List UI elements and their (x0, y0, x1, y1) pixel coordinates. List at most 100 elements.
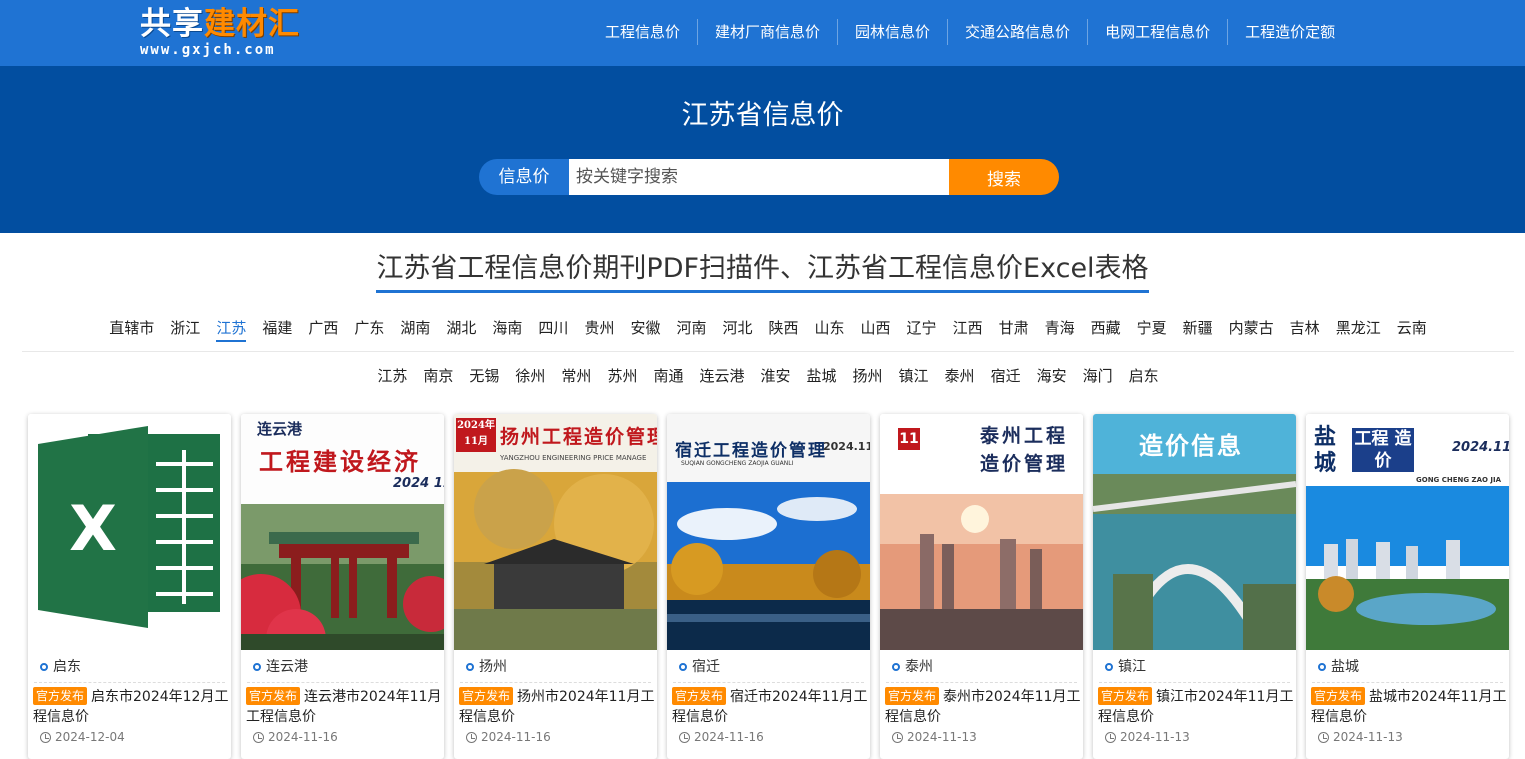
nav-cost-quota[interactable]: 工程造价定额 (1228, 19, 1352, 45)
suqian-cover[interactable]: 宿迁工程造价管理 2024.11 SUQIAN GONGCHENG ZAOJIA… (667, 414, 870, 650)
yangzhou-cover[interactable]: 2024年 11月 扬州工程造价管理 YANGZHOU ENGINEERING … (454, 414, 657, 650)
publication-card[interactable]: X 启东 官方发布 启东市2024年12月工程信息价 2024-12-04 (28, 414, 231, 759)
nav-highway-price[interactable]: 交通公路信息价 (948, 19, 1089, 45)
city-tab[interactable]: 镇江 (891, 362, 937, 392)
excel-cover[interactable]: X (28, 414, 231, 650)
divider (460, 682, 651, 683)
province-tab[interactable]: 吉林 (1282, 314, 1328, 344)
province-tab-label: 安徽 (630, 319, 661, 337)
card-location-label: 镇江 (1118, 659, 1146, 675)
province-tab[interactable]: 安徽 (622, 314, 668, 344)
cover-name: 工程 造价 (1352, 428, 1414, 472)
province-tab[interactable]: 云南 (1389, 314, 1435, 344)
nav-power-grid-price[interactable]: 电网工程信息价 (1088, 19, 1229, 45)
city-tab[interactable]: 海安 (1029, 362, 1075, 392)
province-tab-label: 黑龙江 (1335, 319, 1381, 337)
lianyungang-cover[interactable]: 连云港 工程建设经济 2024 11 (241, 414, 444, 650)
publication-card[interactable]: 连云港 工程建设经济 2024 11 连云港 官方发布连云港市2024年11月工… (241, 414, 444, 759)
province-tab[interactable]: 湖南 (392, 314, 438, 344)
location-dot-icon (1318, 663, 1326, 671)
publication-card[interactable]: 盐城 工程 造价 2024.11 GONG CHENG ZAO JIA 盐城 官… (1306, 414, 1509, 759)
city-tab[interactable]: 连云港 (691, 362, 752, 392)
card-title[interactable]: 官方发布 宿迁市2024年11月工程信息价 (672, 687, 868, 727)
card-title[interactable]: 官方发布 盐城市2024年11月工程信息价 (1311, 687, 1507, 727)
card-title[interactable]: 官方发布 连云港市2024年11月工程信息价 (246, 687, 442, 727)
province-tab[interactable]: 江西 (945, 314, 991, 344)
province-tab[interactable]: 山西 (853, 314, 899, 344)
province-tab[interactable]: 西藏 (1083, 314, 1129, 344)
province-tab-label: 内蒙古 (1228, 319, 1274, 337)
taizhou-cover[interactable]: 11 泰州工程 造价管理 (880, 414, 1083, 650)
city-tab[interactable]: 苏州 (599, 362, 645, 392)
city-tab[interactable]: 江苏 (369, 362, 415, 392)
city-tab[interactable]: 启东 (1121, 362, 1167, 392)
province-tab-label: 湖北 (446, 319, 477, 337)
province-tab[interactable]: 浙江 (162, 314, 208, 344)
province-tab[interactable]: 新疆 (1175, 314, 1221, 344)
province-tab-label: 广东 (354, 319, 385, 337)
province-tab[interactable]: 四川 (530, 314, 576, 344)
cover-issue: 11 (898, 428, 920, 450)
search-input[interactable] (569, 159, 949, 195)
city-tab[interactable]: 盐城 (799, 362, 845, 392)
publication-card[interactable]: 宿迁工程造价管理 2024.11 SUQIAN GONGCHENG ZAOJIA… (667, 414, 870, 759)
province-tab[interactable]: 河南 (668, 314, 714, 344)
card-date-text: 2024-11-16 (481, 730, 551, 744)
province-tab[interactable]: 甘肃 (991, 314, 1037, 344)
nav-garden-price[interactable]: 园林信息价 (838, 19, 949, 45)
province-tab[interactable]: 江苏 (208, 314, 254, 344)
card-location-label: 连云港 (266, 659, 308, 675)
cover-issue: 2024年 11月 (456, 418, 496, 452)
cover-en: SUQIAN GONGCHENG ZAOJIA GUANLI (681, 460, 794, 467)
official-badge: 官方发布 (1098, 687, 1153, 705)
search-category-label[interactable]: 信息价 (479, 159, 569, 195)
clock-icon (253, 731, 264, 743)
nav-manufacturer-price[interactable]: 建材厂商信息价 (698, 19, 839, 45)
province-tab[interactable]: 广西 (300, 314, 346, 344)
city-tab[interactable]: 泰州 (937, 362, 983, 392)
publication-card[interactable]: 造价信息 镇江 官方发布 镇江市2024年11月工程信息价 2024-11-13 (1093, 414, 1296, 759)
publication-card[interactable]: 2024年 11月 扬州工程造价管理 YANGZHOU ENGINEERING … (454, 414, 657, 759)
city-tab[interactable]: 海门 (1075, 362, 1121, 392)
cover-en: GONG CHENG ZAO JIA (1416, 476, 1502, 484)
card-title[interactable]: 官方发布 扬州市2024年11月工程信息价 (459, 687, 655, 727)
province-tab[interactable]: 河北 (714, 314, 760, 344)
province-tab[interactable]: 直辖市 (101, 314, 162, 344)
province-tab[interactable]: 辽宁 (899, 314, 945, 344)
svg-text:X: X (69, 492, 117, 565)
main-nav: 工程信息价 建材厂商信息价 园林信息价 交通公路信息价 电网工程信息价 工程造价… (588, 18, 1352, 46)
city-tab[interactable]: 无锡 (461, 362, 507, 392)
city-tab[interactable]: 南通 (645, 362, 691, 392)
city-tab[interactable]: 徐州 (507, 362, 553, 392)
province-tab[interactable]: 湖北 (438, 314, 484, 344)
publication-card[interactable]: 11 泰州工程 造价管理 泰州 官方发布 泰州市2024年11月工程信息价 202… (880, 414, 1083, 759)
province-tab-label: 辽宁 (906, 319, 937, 337)
province-tab[interactable]: 宁夏 (1129, 314, 1175, 344)
city-tab[interactable]: 南京 (415, 362, 461, 392)
card-date: 2024-11-13 (892, 730, 977, 744)
search-button[interactable]: 搜索 (949, 159, 1059, 195)
province-tab-label: 河南 (676, 319, 707, 337)
province-tab[interactable]: 广东 (346, 314, 392, 344)
province-tab[interactable]: 内蒙古 (1221, 314, 1282, 344)
province-tab[interactable]: 福建 (254, 314, 300, 344)
city-tab[interactable]: 宿迁 (983, 362, 1029, 392)
nav-engineering-price[interactable]: 工程信息价 (588, 19, 699, 45)
province-tab[interactable]: 陕西 (761, 314, 807, 344)
province-tab[interactable]: 山东 (807, 314, 853, 344)
card-title[interactable]: 官方发布 启东市2024年12月工程信息价 (33, 687, 229, 727)
card-title[interactable]: 官方发布 镇江市2024年11月工程信息价 (1098, 687, 1294, 727)
province-tab[interactable]: 黑龙江 (1328, 314, 1389, 344)
yancheng-cover[interactable]: 盐城 工程 造价 2024.11 GONG CHENG ZAO JIA (1306, 414, 1509, 650)
province-tab[interactable]: 贵州 (576, 314, 622, 344)
province-tab[interactable]: 海南 (484, 314, 530, 344)
card-date-text: 2024-11-13 (1120, 730, 1190, 744)
site-logo[interactable]: 共享建材汇 www.gxjch.com (140, 6, 320, 62)
province-tab-label: 新疆 (1182, 319, 1213, 337)
card-title[interactable]: 官方发布 泰州市2024年11月工程信息价 (885, 687, 1081, 727)
city-tab[interactable]: 淮安 (752, 362, 798, 392)
city-tab[interactable]: 扬州 (845, 362, 891, 392)
city-tab[interactable]: 常州 (553, 362, 599, 392)
province-tab[interactable]: 青海 (1037, 314, 1083, 344)
zhenjiang-cover[interactable]: 造价信息 (1093, 414, 1296, 650)
